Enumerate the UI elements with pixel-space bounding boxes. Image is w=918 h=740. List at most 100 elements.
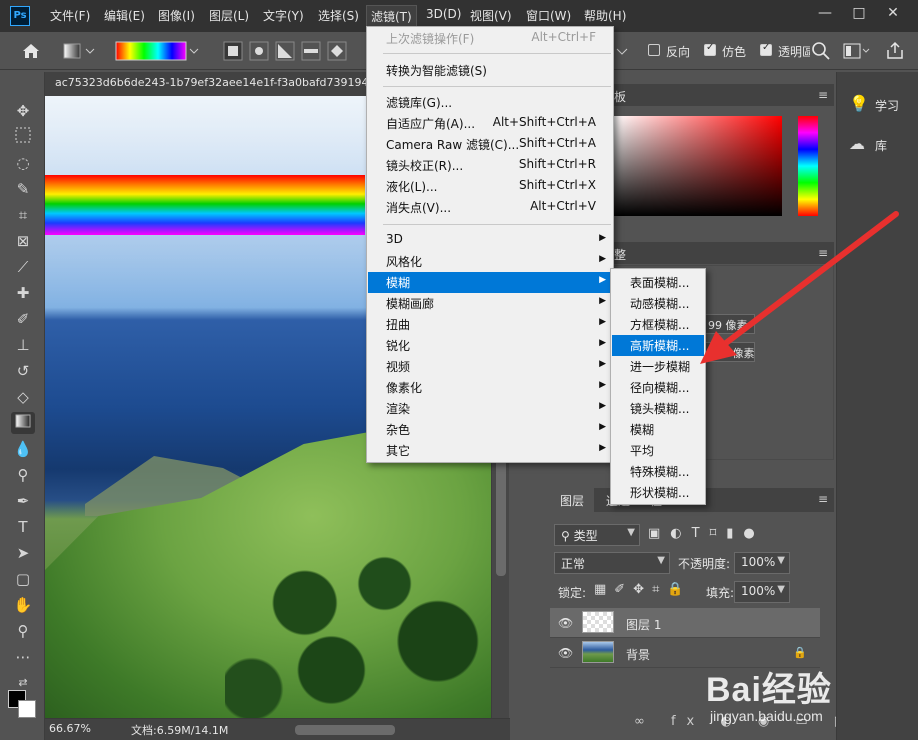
- scrollbar-thumb[interactable]: [496, 446, 506, 576]
- menu-layer[interactable]: 图层(L): [209, 7, 249, 25]
- menu-window[interactable]: 窗口(W): [526, 7, 571, 25]
- brush-tool-icon[interactable]: ✐: [11, 308, 35, 330]
- menu-item-blur[interactable]: 模糊 ▶: [368, 272, 612, 293]
- eye-icon[interactable]: 👁: [558, 646, 573, 660]
- eye-icon[interactable]: 👁: [558, 616, 573, 630]
- close-button[interactable]: ✕: [876, 0, 910, 28]
- color-picker-field[interactable]: [614, 116, 782, 216]
- menu-item-pixelate[interactable]: 像素化 ▶: [368, 377, 612, 398]
- pen-tool-icon[interactable]: ✒: [11, 490, 35, 512]
- clone-stamp-tool-icon[interactable]: ⊥: [11, 334, 35, 356]
- menu-item-box-blur[interactable]: 方框模糊...: [612, 314, 704, 335]
- menu-item-3d[interactable]: 3D ▶: [368, 230, 612, 251]
- gradient-picker-dropdown[interactable]: [114, 40, 204, 62]
- maximize-button[interactable]: □: [842, 0, 876, 28]
- transparency-checkbox[interactable]: [760, 42, 772, 56]
- opacity-field[interactable]: 100% ▼: [734, 552, 790, 574]
- lock-icons[interactable]: ▦✐✥⌗🔒: [594, 582, 692, 597]
- menu-item-surface-blur[interactable]: 表面模糊...: [612, 272, 704, 293]
- menu-edit[interactable]: 编辑(E): [104, 7, 145, 25]
- document-size-info[interactable]: 文档:6.59M/14.1M: [131, 722, 228, 738]
- menu-help[interactable]: 帮助(H): [584, 7, 626, 25]
- menu-item-smart-blur[interactable]: 特殊模糊...: [612, 461, 704, 482]
- menu-item-blur-more[interactable]: 进一步模糊: [612, 356, 704, 377]
- menu-item-lens-correction[interactable]: 镜头校正(R)... Shift+Ctrl+R: [368, 155, 612, 176]
- menu-view[interactable]: 视图(V): [470, 7, 512, 25]
- radial-gradient-icon[interactable]: [248, 40, 270, 62]
- menu-item-vanishing-point[interactable]: 消失点(V)... Alt+Ctrl+V: [368, 197, 612, 218]
- healing-brush-tool-icon[interactable]: ✚: [11, 282, 35, 304]
- layer-row-layer1[interactable]: 👁 图层 1: [550, 608, 820, 638]
- quick-selection-tool-icon[interactable]: ✎: [11, 178, 35, 200]
- reverse-checkbox[interactable]: [648, 44, 660, 56]
- learn-panel-button[interactable]: 💡 学习: [837, 88, 918, 122]
- search-icon[interactable]: [810, 40, 832, 62]
- zoom-level[interactable]: 66.67%: [49, 722, 91, 735]
- menu-item-liquify[interactable]: 液化(L)... Shift+Ctrl+X: [368, 176, 612, 197]
- linear-gradient-icon[interactable]: [222, 40, 244, 62]
- gradient-tool-preset-icon[interactable]: [62, 40, 96, 62]
- menu-item-shape-blur[interactable]: 形状模糊...: [612, 482, 704, 503]
- menu-item-other[interactable]: 其它 ▶: [368, 440, 612, 461]
- tab-layers[interactable]: 图层: [550, 488, 595, 512]
- angle-gradient-icon[interactable]: [274, 40, 296, 62]
- layer-filter-icons[interactable]: ▣◐T⌑▮●: [648, 526, 765, 541]
- minimize-button[interactable]: —: [808, 0, 842, 28]
- menu-item-stylize[interactable]: 风格化 ▶: [368, 251, 612, 272]
- menu-item-video[interactable]: 视频 ▶: [368, 356, 612, 377]
- blur-tool-icon[interactable]: 💧: [11, 438, 35, 460]
- color-panel-tab[interactable]: 板: [614, 88, 626, 105]
- menu-item-motion-blur[interactable]: 动感模糊...: [612, 293, 704, 314]
- libraries-panel-button[interactable]: ☁ 库: [837, 128, 918, 162]
- eyedropper-tool-icon[interactable]: ⟋: [11, 256, 35, 278]
- menu-item-sharpen[interactable]: 锐化 ▶: [368, 335, 612, 356]
- panel-menu-icon[interactable]: ≡: [818, 246, 828, 260]
- lasso-tool-icon[interactable]: ◌: [11, 152, 35, 174]
- adjust-panel-tab[interactable]: 整: [614, 246, 626, 263]
- dodge-tool-icon[interactable]: ⚲: [11, 464, 35, 486]
- diamond-gradient-icon[interactable]: [326, 40, 348, 62]
- menu-item-average[interactable]: 平均: [612, 440, 704, 461]
- gradient-tool-icon[interactable]: [11, 412, 35, 434]
- menu-file[interactable]: 文件(F): [50, 7, 90, 25]
- dither-checkbox[interactable]: [704, 42, 716, 56]
- menu-image[interactable]: 图像(I): [158, 7, 195, 25]
- menu-item-blur-gallery[interactable]: 模糊画廊 ▶: [368, 293, 612, 314]
- hue-slider[interactable]: [798, 116, 818, 216]
- home-icon[interactable]: [20, 40, 42, 62]
- hand-tool-icon[interactable]: ✋: [11, 594, 35, 616]
- more-tools-icon[interactable]: ⋯: [11, 646, 35, 668]
- mode-dropdown-arrow-icon[interactable]: [614, 40, 630, 62]
- reflected-gradient-icon[interactable]: [300, 40, 322, 62]
- menu-item-distort[interactable]: 扭曲 ▶: [368, 314, 612, 335]
- document-tab[interactable]: ac75323d6b6de243-1b79ef32aee14e1f-f3a0ba…: [55, 76, 375, 89]
- blend-mode-dropdown[interactable]: 正常 ▼: [554, 552, 670, 574]
- eraser-tool-icon[interactable]: ◇: [11, 386, 35, 408]
- workspace-icon[interactable]: [842, 40, 872, 62]
- type-tool-icon[interactable]: T: [11, 516, 35, 538]
- share-icon[interactable]: [884, 40, 906, 62]
- menu-item-lens-blur[interactable]: 镜头模糊...: [612, 398, 704, 419]
- menu-item-convert-smart-filter[interactable]: 转换为智能滤镜(S): [368, 60, 612, 81]
- menu-select[interactable]: 选择(S): [318, 7, 359, 25]
- menu-item-filter-gallery[interactable]: 滤镜库(G)...: [368, 92, 612, 113]
- width-field[interactable]: 99 像素: [701, 314, 755, 334]
- menu-type[interactable]: 文字(Y): [263, 7, 304, 25]
- menu-item-render[interactable]: 渲染 ▶: [368, 398, 612, 419]
- menu-filter[interactable]: 滤镜(T): [366, 5, 417, 27]
- fill-field[interactable]: 100% ▼: [734, 581, 790, 603]
- menu-item-camera-raw[interactable]: Camera Raw 滤镜(C)... Shift+Ctrl+A: [368, 134, 612, 155]
- menu-item-adaptive-wide-angle[interactable]: 自适应广角(A)... Alt+Shift+Ctrl+A: [368, 113, 612, 134]
- menu-item-gaussian-blur[interactable]: 高斯模糊...: [612, 335, 704, 356]
- frame-tool-icon[interactable]: ⊠: [11, 230, 35, 252]
- path-selection-tool-icon[interactable]: ➤: [11, 542, 35, 564]
- history-brush-tool-icon[interactable]: ↺: [11, 360, 35, 382]
- menu-3d[interactable]: 3D(D): [426, 7, 461, 25]
- move-tool-icon[interactable]: ✥: [11, 100, 35, 122]
- horizontal-scrollbar-thumb[interactable]: [295, 725, 395, 735]
- crop-tool-icon[interactable]: ⌗: [11, 204, 35, 226]
- marquee-tool-icon[interactable]: [11, 126, 35, 148]
- zoom-tool-icon[interactable]: ⚲: [11, 620, 35, 642]
- menu-item-noise[interactable]: 杂色 ▶: [368, 419, 612, 440]
- panel-menu-icon[interactable]: ≡: [818, 492, 828, 506]
